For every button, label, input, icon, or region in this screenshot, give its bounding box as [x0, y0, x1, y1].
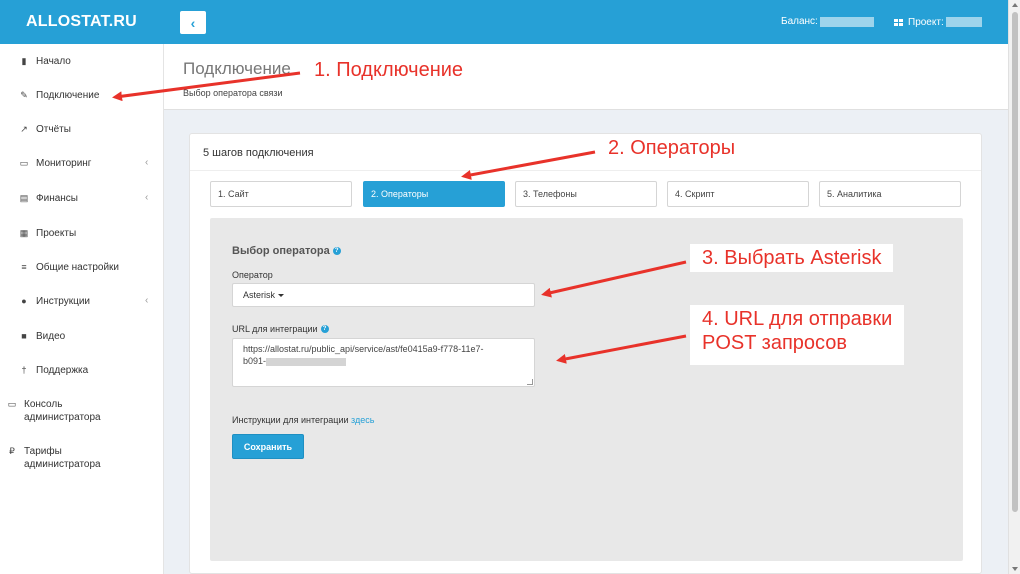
credit-card-icon: ▤: [19, 193, 29, 203]
sidebar-item-general-settings[interactable]: ≡ Общие настройки: [18, 261, 158, 274]
sidebar-item-label: Общие настройки: [36, 262, 119, 273]
question-circle-icon: ●: [21, 296, 27, 306]
sliders-icon: ≡: [21, 262, 27, 272]
page-title: Подключение: [183, 59, 291, 78]
step-tab-analytics[interactable]: 5. Аналитика: [819, 181, 961, 207]
chevron-left-icon: ‹: [190, 14, 196, 31]
instructions-text: Инструкции для интеграции: [232, 415, 349, 425]
sidebar-item-connection[interactable]: ✎ Подключение: [18, 89, 158, 102]
th-large-icon: [894, 18, 903, 26]
sidebar-item-reports[interactable]: ↗ Отчёты: [18, 123, 158, 136]
top-bar: ALLOSTAT.RU ‹ Баланс: Проект:: [0, 0, 1008, 44]
step-tab-site[interactable]: 1. Сайт: [210, 181, 352, 207]
project-selector[interactable]: Проект:: [894, 0, 982, 44]
desktop-icon: ▭: [19, 158, 29, 168]
sidebar-item-support[interactable]: † Поддержка: [18, 364, 158, 377]
logo[interactable]: ALLOSTAT.RU: [0, 0, 164, 44]
url-label-text: URL для интеграции: [232, 324, 318, 334]
sidebar-item-label: Инструкции: [36, 296, 91, 307]
step-tab-phones[interactable]: 3. Телефоны: [515, 181, 657, 207]
page-scrollbar[interactable]: [1008, 0, 1020, 574]
question-circle-icon[interactable]: ?: [320, 325, 329, 333]
url-redacted: [266, 357, 347, 366]
sidebar-item-label: Начало: [36, 56, 71, 67]
balance-value-redacted: [819, 17, 874, 27]
scroll-thumb[interactable]: [1012, 12, 1018, 512]
integration-url-textarea[interactable]: https://allostat.ru/public_api/service/a…: [232, 338, 535, 387]
video-camera-icon: ■: [21, 331, 27, 341]
annotation-3: 3. Выбрать Asterisk: [690, 244, 894, 272]
male-icon: †: [21, 365, 27, 375]
url-label: URL для интеграции ?: [232, 324, 329, 334]
save-button[interactable]: Сохранить: [232, 434, 304, 459]
desktop-icon: ▭: [7, 399, 17, 409]
annotation-4: 4. URL для отправки POST запросов: [690, 305, 905, 365]
question-circle-icon[interactable]: ?: [332, 247, 341, 255]
card-title: 5 шагов подключения: [203, 147, 314, 159]
caret-down-icon: [278, 294, 285, 298]
divider: [190, 170, 981, 171]
panel-title: Выбор оператора ?: [232, 245, 341, 257]
sidebar-item-label: Подключение: [36, 90, 100, 101]
sidebar-item-label: Мониторинг: [36, 158, 92, 169]
url-line-2: b091-: [243, 355, 524, 367]
sidebar-item-home[interactable]: ▮ Начало: [18, 55, 158, 68]
sidebar-item-projects[interactable]: ▦ Проекты: [18, 227, 158, 240]
annotation-4-line-1: 4. URL для отправки: [702, 308, 893, 330]
project-value-redacted: [945, 17, 982, 27]
sidebar-item-label: Консоль администратора: [24, 399, 101, 423]
page-subtitle: Выбор оператора связи: [183, 88, 283, 98]
balance-label: Баланс:: [781, 16, 818, 27]
operator-select-value: Asterisk: [243, 290, 276, 300]
sidebar: ▮ Начало ✎ Подключение ↗ Отчёты ▭ Монито…: [0, 44, 164, 574]
scroll-down-arrow-icon[interactable]: [1012, 567, 1018, 571]
panel-title-text: Выбор оператора: [232, 245, 330, 257]
annotation-2: 2. Операторы: [596, 134, 748, 162]
sidebar-item-instructions[interactable]: ● Инструкции ‹: [18, 295, 158, 308]
ruble-icon: ₽: [9, 446, 15, 456]
th-large-icon: ▦: [19, 228, 29, 238]
bookmark-icon: ▮: [21, 56, 27, 66]
operator-label: Оператор: [232, 270, 273, 280]
sidebar-item-finance[interactable]: ▤ Финансы ‹: [18, 192, 158, 205]
sidebar-toggle-button[interactable]: ‹: [180, 11, 206, 34]
sidebar-item-label: Поддержка: [36, 365, 89, 376]
sidebar-item-label: Финансы: [36, 193, 78, 204]
integration-instructions: Инструкции для интеграции здесь: [232, 415, 374, 425]
plug-icon: ✎: [20, 90, 28, 100]
project-label: Проект:: [908, 16, 944, 28]
chevron-left-icon: ‹: [145, 192, 149, 203]
scroll-up-arrow-icon[interactable]: [1012, 3, 1018, 7]
sidebar-item-label: Тарифы администратора: [24, 446, 101, 470]
step-tab-script[interactable]: 4. Скрипт: [667, 181, 809, 207]
chevron-left-icon: ‹: [145, 295, 149, 306]
annotation-1: 1. Подключение: [314, 59, 464, 81]
sidebar-item-admin-console[interactable]: ▭ Консоль администратора: [6, 398, 146, 424]
annotation-4-line-2: POST запросов: [702, 332, 847, 354]
url-line-1: https://allostat.ru/public_api/service/a…: [243, 344, 484, 354]
sidebar-item-monitoring[interactable]: ▭ Мониторинг ‹: [18, 157, 158, 170]
sidebar-item-admin-tariffs[interactable]: ₽ Тарифы администратора: [6, 445, 146, 471]
sidebar-item-label: Проекты: [36, 228, 77, 239]
operator-select[interactable]: Asterisk: [232, 283, 535, 307]
chevron-left-icon: ‹: [145, 157, 149, 168]
line-chart-icon: ↗: [20, 124, 28, 134]
url-line-2-text: b091-: [243, 356, 267, 366]
balance-indicator: Баланс:: [781, 0, 874, 44]
step-tab-operators[interactable]: 2. Операторы: [363, 181, 505, 207]
resize-handle-icon[interactable]: [527, 379, 533, 385]
sidebar-item-label: Отчёты: [36, 124, 71, 135]
content-header: Подключение Выбор оператора связи: [164, 44, 1008, 110]
sidebar-item-video[interactable]: ■ Видео: [18, 330, 158, 343]
instructions-link[interactable]: здесь: [351, 415, 374, 425]
sidebar-item-label: Видео: [36, 331, 66, 342]
